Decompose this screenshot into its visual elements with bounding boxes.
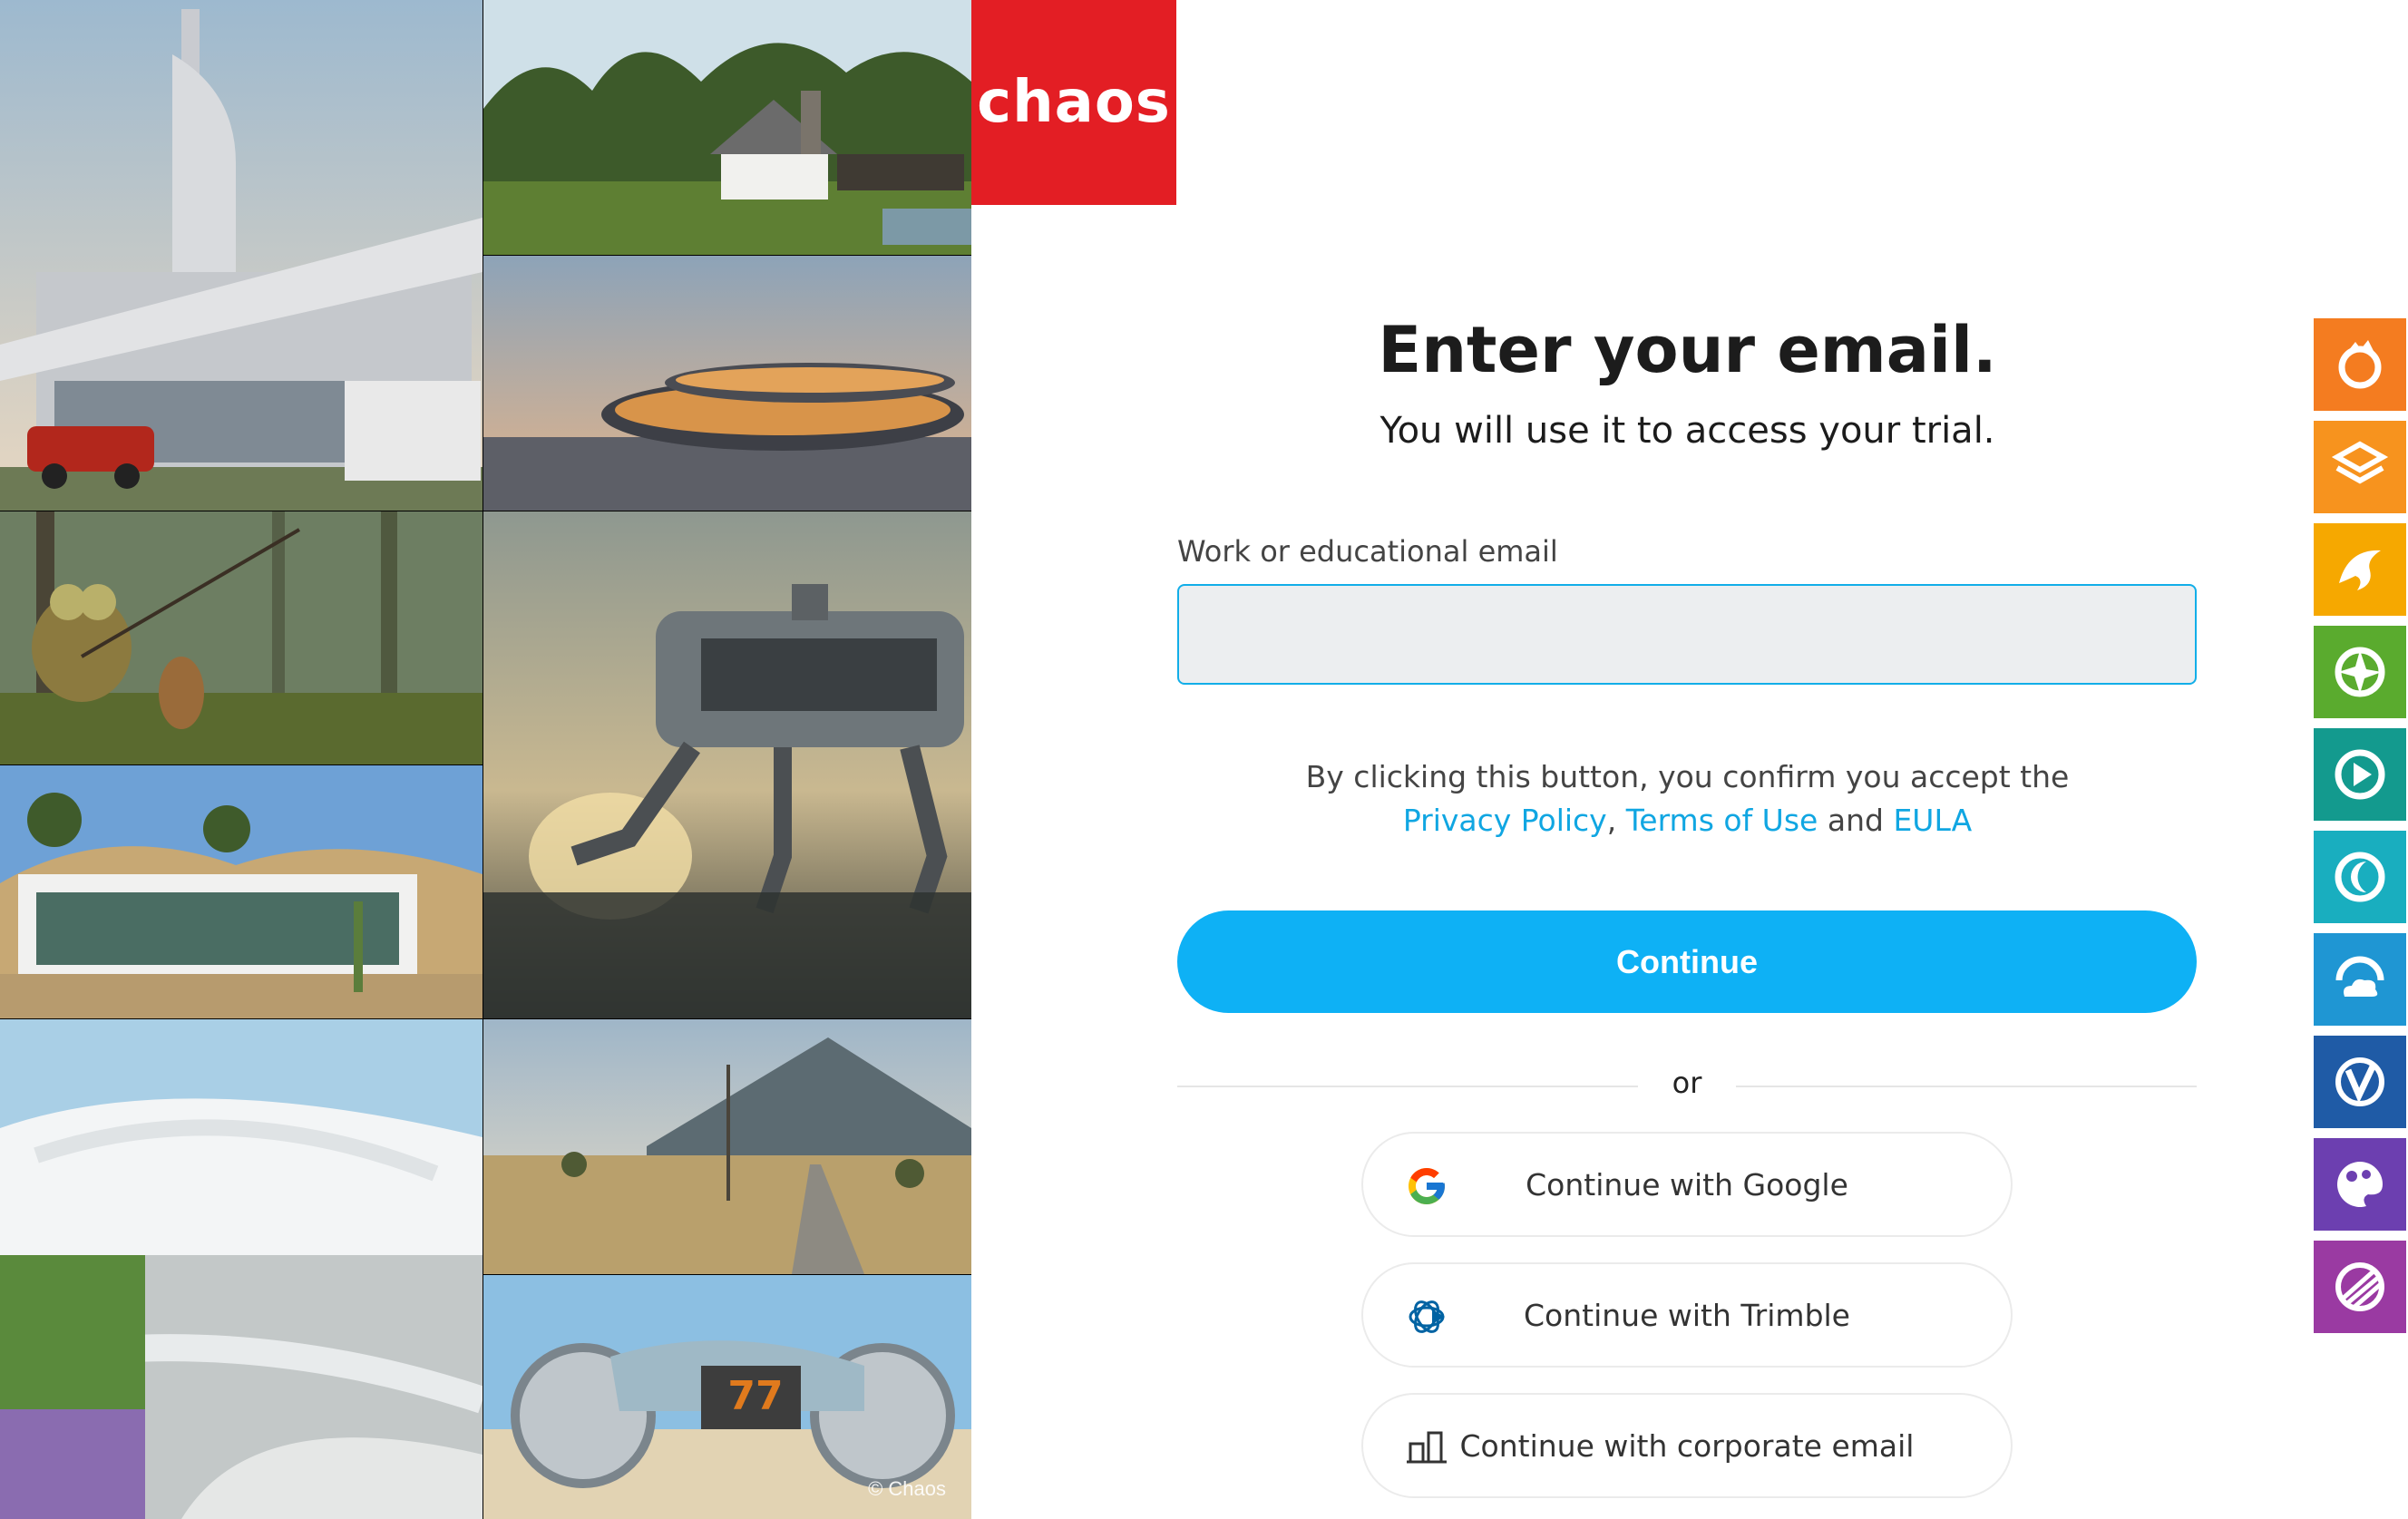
rail-item-flame[interactable]	[2314, 318, 2406, 411]
divider-or: or	[1672, 1066, 1702, 1100]
rail-item-crescent[interactable]	[2314, 831, 2406, 923]
rail-item-comet[interactable]	[2314, 1241, 2406, 1333]
rail-item-play[interactable]	[2314, 728, 2406, 821]
consent-comma: ,	[1606, 803, 1617, 838]
rail-item-aperture[interactable]	[2314, 626, 2406, 718]
rail-item-v[interactable]	[2314, 1036, 2406, 1128]
continue-with-trimble-button[interactable]: Continue with Trimble	[1361, 1262, 2013, 1368]
chaos-logo[interactable]: chaos	[971, 0, 1176, 205]
continue-with-google-button[interactable]: Continue with Google	[1361, 1132, 2013, 1237]
divider-right	[1736, 1086, 2197, 1087]
continue-button[interactable]: Continue	[1177, 910, 2197, 1013]
page-title: Enter your email.	[1378, 313, 1997, 387]
continue-with-corporate-email-button[interactable]: Continue with corporate email	[1361, 1393, 2013, 1498]
google-button-label: Continue with Google	[1526, 1166, 1848, 1203]
logo-text: chaos	[977, 69, 1171, 136]
palette-product-icon	[2337, 1162, 2383, 1207]
image-credit: © Chaos	[868, 1477, 946, 1500]
gallery-image-frog-forest	[0, 511, 483, 764]
crescent-product-icon	[2335, 852, 2385, 902]
cloud-product-icon	[2335, 956, 2384, 997]
bird-product-icon	[2339, 550, 2381, 590]
consent-notice: By clicking this button, you confirm you…	[1177, 755, 2198, 842]
gallery-image-mountain-road	[483, 1019, 971, 1274]
gallery-image-walking-house	[483, 511, 971, 1018]
email-label: Work or educational email	[1177, 534, 1558, 569]
rail-item-bird[interactable]	[2314, 523, 2406, 616]
flame-product-icon	[2338, 340, 2382, 389]
gallery-image-white-architecture	[0, 1019, 483, 1519]
product-rail	[2314, 318, 2406, 1343]
comet-product-icon	[2335, 1262, 2384, 1311]
svg-text:77: 77	[727, 1373, 783, 1419]
v-product-icon	[2335, 1057, 2384, 1106]
divider-left	[1177, 1086, 1638, 1087]
rail-item-layers[interactable]	[2314, 421, 2406, 513]
page-subtitle: You will use it to access your trial.	[1379, 410, 1995, 452]
image-gallery: 77 © Chaos	[0, 0, 971, 1519]
email-input[interactable]	[1177, 584, 2197, 685]
aperture-product-icon	[2335, 647, 2385, 697]
eula-link[interactable]: EULA	[1893, 803, 1972, 838]
play-product-icon	[2335, 749, 2385, 800]
rail-item-cloud[interactable]	[2314, 933, 2406, 1026]
terms-of-use-link[interactable]: Terms of Use	[1626, 803, 1818, 838]
gallery-image-desert-house	[0, 765, 483, 1018]
privacy-policy-link[interactable]: Privacy Policy	[1403, 803, 1607, 838]
rail-item-palette[interactable]	[2314, 1138, 2406, 1231]
layers-product-icon	[2331, 441, 2389, 484]
consent-and: and	[1827, 803, 1884, 838]
gallery-image-spiral-building	[483, 256, 971, 511]
trimble-button-label: Continue with Trimble	[1524, 1297, 1850, 1333]
gallery-image-house	[483, 0, 971, 255]
gallery-image-building	[0, 0, 483, 511]
consent-text: By clicking this button, you confirm you…	[1305, 759, 2070, 794]
corporate-email-button-label: Continue with corporate email	[1459, 1427, 1915, 1464]
